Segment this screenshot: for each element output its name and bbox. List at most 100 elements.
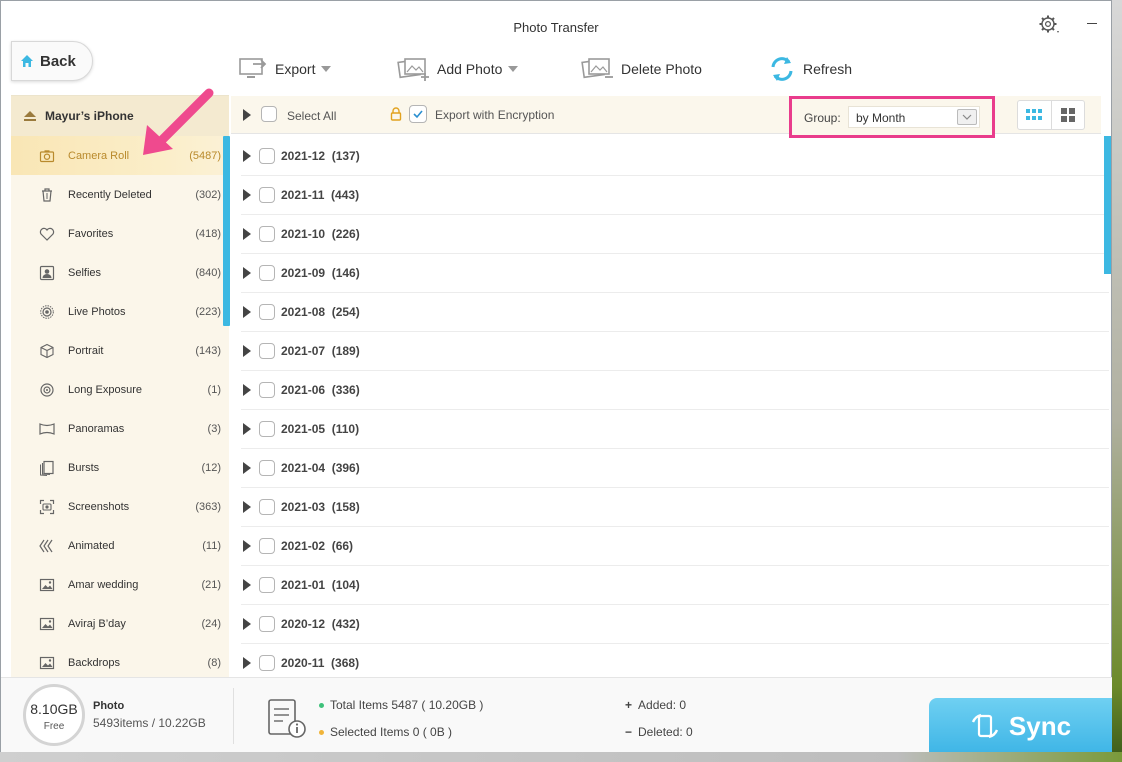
group-checkbox[interactable]	[259, 226, 275, 242]
settings-gear-icon[interactable]	[1037, 13, 1061, 37]
album-list: Camera Roll (5487) Recently Deleted (302) Fa…	[11, 136, 229, 677]
list-item[interactable]: 2021-08 (254)	[241, 293, 1109, 332]
encryption-label: Export with Encryption	[435, 108, 555, 122]
minus-icon: −	[625, 725, 633, 739]
export-icon	[239, 58, 267, 78]
expand-triangle-icon[interactable]	[243, 189, 251, 201]
expand-triangle-icon[interactable]	[243, 657, 251, 669]
select-all-checkbox[interactable]	[261, 106, 277, 122]
sidebar-item-panoramas[interactable]: Panoramas (3)	[11, 409, 229, 448]
chevron-down-icon[interactable]	[957, 109, 977, 125]
list-item[interactable]: 2021-12 (137)	[241, 137, 1109, 176]
expand-triangle-icon[interactable]	[243, 306, 251, 318]
sidebar-scrollbar[interactable]	[223, 136, 230, 326]
sidebar-item-count: (223)	[195, 305, 221, 318]
plus-icon: +	[625, 698, 633, 712]
expand-triangle-icon[interactable]	[243, 384, 251, 396]
add-photo-dropdown-caret-icon	[508, 66, 519, 72]
expand-triangle-icon[interactable]	[243, 423, 251, 435]
group-checkbox[interactable]	[259, 616, 275, 632]
sidebar-item-selfies[interactable]: Selfies (840)	[11, 253, 229, 292]
group-label: 2020-12 (432)	[281, 617, 360, 631]
expand-triangle-icon[interactable]	[243, 618, 251, 630]
refresh-button[interactable]: Refresh	[767, 51, 852, 87]
animated-icon	[39, 538, 55, 554]
group-label: 2020-11 (368)	[281, 656, 360, 670]
sidebar-item-label: Selfies	[68, 266, 102, 279]
sidebar-item-count: (1)	[207, 383, 221, 396]
sidebar-item-bursts[interactable]: Bursts (12)	[11, 448, 229, 487]
group-checkbox[interactable]	[259, 148, 275, 164]
list-item[interactable]: 2021-02 (66)	[241, 527, 1109, 566]
delete-photo-icon	[581, 58, 613, 79]
sidebar-item-aviraj-b-day[interactable]: Aviraj B’day (24)	[11, 604, 229, 643]
list-item[interactable]: 2021-04 (396)	[241, 449, 1109, 488]
content-scrollbar[interactable]	[1104, 136, 1111, 274]
sidebar-item-recently-deleted[interactable]: Recently Deleted (302)	[11, 175, 229, 214]
delete-photo-label: Delete Photo	[621, 61, 702, 77]
back-button[interactable]: Back	[11, 41, 93, 81]
group-checkbox[interactable]	[259, 187, 275, 203]
deleted-text: Deleted: 0	[638, 725, 693, 739]
sidebar-item-amar-wedding[interactable]: Amar wedding (21)	[11, 565, 229, 604]
list-item[interactable]: 2021-07 (189)	[241, 332, 1109, 371]
group-label: 2021-01 (104)	[281, 578, 360, 592]
list-item[interactable]: 2020-12 (432)	[241, 605, 1109, 644]
sidebar-item-long-exposure[interactable]: Long Exposure (1)	[11, 370, 229, 409]
sidebar-item-portrait[interactable]: Portrait (143)	[11, 331, 229, 370]
group-checkbox[interactable]	[259, 304, 275, 320]
large-grid-view-button[interactable]	[1052, 101, 1085, 129]
sidebar-item-live-photos[interactable]: Live Photos (223)	[11, 292, 229, 331]
sidebar-item-favorites[interactable]: Favorites (418)	[11, 214, 229, 253]
expand-triangle-icon[interactable]	[243, 228, 251, 240]
delete-photo-button[interactable]: Delete Photo	[581, 51, 702, 87]
expand-triangle-icon[interactable]	[243, 462, 251, 474]
list-item[interactable]: 2021-09 (146)	[241, 254, 1109, 293]
group-checkbox[interactable]	[259, 460, 275, 476]
expand-triangle-icon[interactable]	[243, 579, 251, 591]
add-photo-button[interactable]: Add Photo	[397, 51, 519, 87]
group-checkbox[interactable]	[259, 421, 275, 437]
sidebar-item-animated[interactable]: Animated (11)	[11, 526, 229, 565]
sidebar-item-count: (3)	[207, 422, 221, 435]
group-label: 2021-03 (158)	[281, 500, 360, 514]
sidebar-item-screenshots[interactable]: Screenshots (363)	[11, 487, 229, 526]
group-label: 2021-09 (146)	[281, 266, 360, 280]
group-checkbox[interactable]	[259, 655, 275, 671]
list-item[interactable]: 2021-11 (443)	[241, 176, 1109, 215]
sidebar-item-count: (143)	[195, 344, 221, 357]
expand-triangle-icon[interactable]	[243, 267, 251, 279]
small-grid-view-button[interactable]	[1018, 101, 1052, 129]
group-checkbox[interactable]	[259, 538, 275, 554]
selected-items-text: Selected Items 0 ( 0B )	[330, 725, 453, 739]
group-checkbox[interactable]	[259, 382, 275, 398]
expand-triangle-icon[interactable]	[243, 150, 251, 162]
export-dropdown-caret-icon	[321, 66, 332, 72]
group-checkbox[interactable]	[259, 265, 275, 281]
total-items-stat: Total Items 5487 ( 10.20GB )	[319, 698, 483, 712]
sidebar-item-label: Animated	[68, 539, 115, 552]
expand-all-triangle-icon[interactable]	[243, 109, 251, 121]
list-item[interactable]: 2020-11 (368)	[241, 644, 1109, 675]
group-checkbox[interactable]	[259, 499, 275, 515]
group-by-select[interactable]: by Month	[848, 106, 980, 128]
group-by-value: by Month	[856, 111, 906, 125]
sidebar-item-count: (12)	[201, 461, 221, 474]
eject-icon[interactable]	[23, 110, 37, 122]
group-checkbox[interactable]	[259, 577, 275, 593]
list-item[interactable]: 2021-03 (158)	[241, 488, 1109, 527]
group-checkbox[interactable]	[259, 343, 275, 359]
sync-button[interactable]: Sync	[929, 698, 1113, 754]
expand-triangle-icon[interactable]	[243, 345, 251, 357]
sidebar-item-backdrops[interactable]: Backdrops (8)	[11, 643, 229, 677]
expand-triangle-icon[interactable]	[243, 501, 251, 513]
list-item[interactable]: 2021-06 (336)	[241, 371, 1109, 410]
list-item[interactable]: 2021-10 (226)	[241, 215, 1109, 254]
encryption-checkbox[interactable]	[409, 105, 427, 123]
list-item[interactable]: 2021-05 (110)	[241, 410, 1109, 449]
minimize-button[interactable]	[1083, 11, 1101, 29]
export-button[interactable]: Export	[237, 51, 332, 87]
list-item[interactable]: 2021-01 (104)	[241, 566, 1109, 605]
added-stat: + Added: 0	[625, 698, 686, 712]
expand-triangle-icon[interactable]	[243, 540, 251, 552]
